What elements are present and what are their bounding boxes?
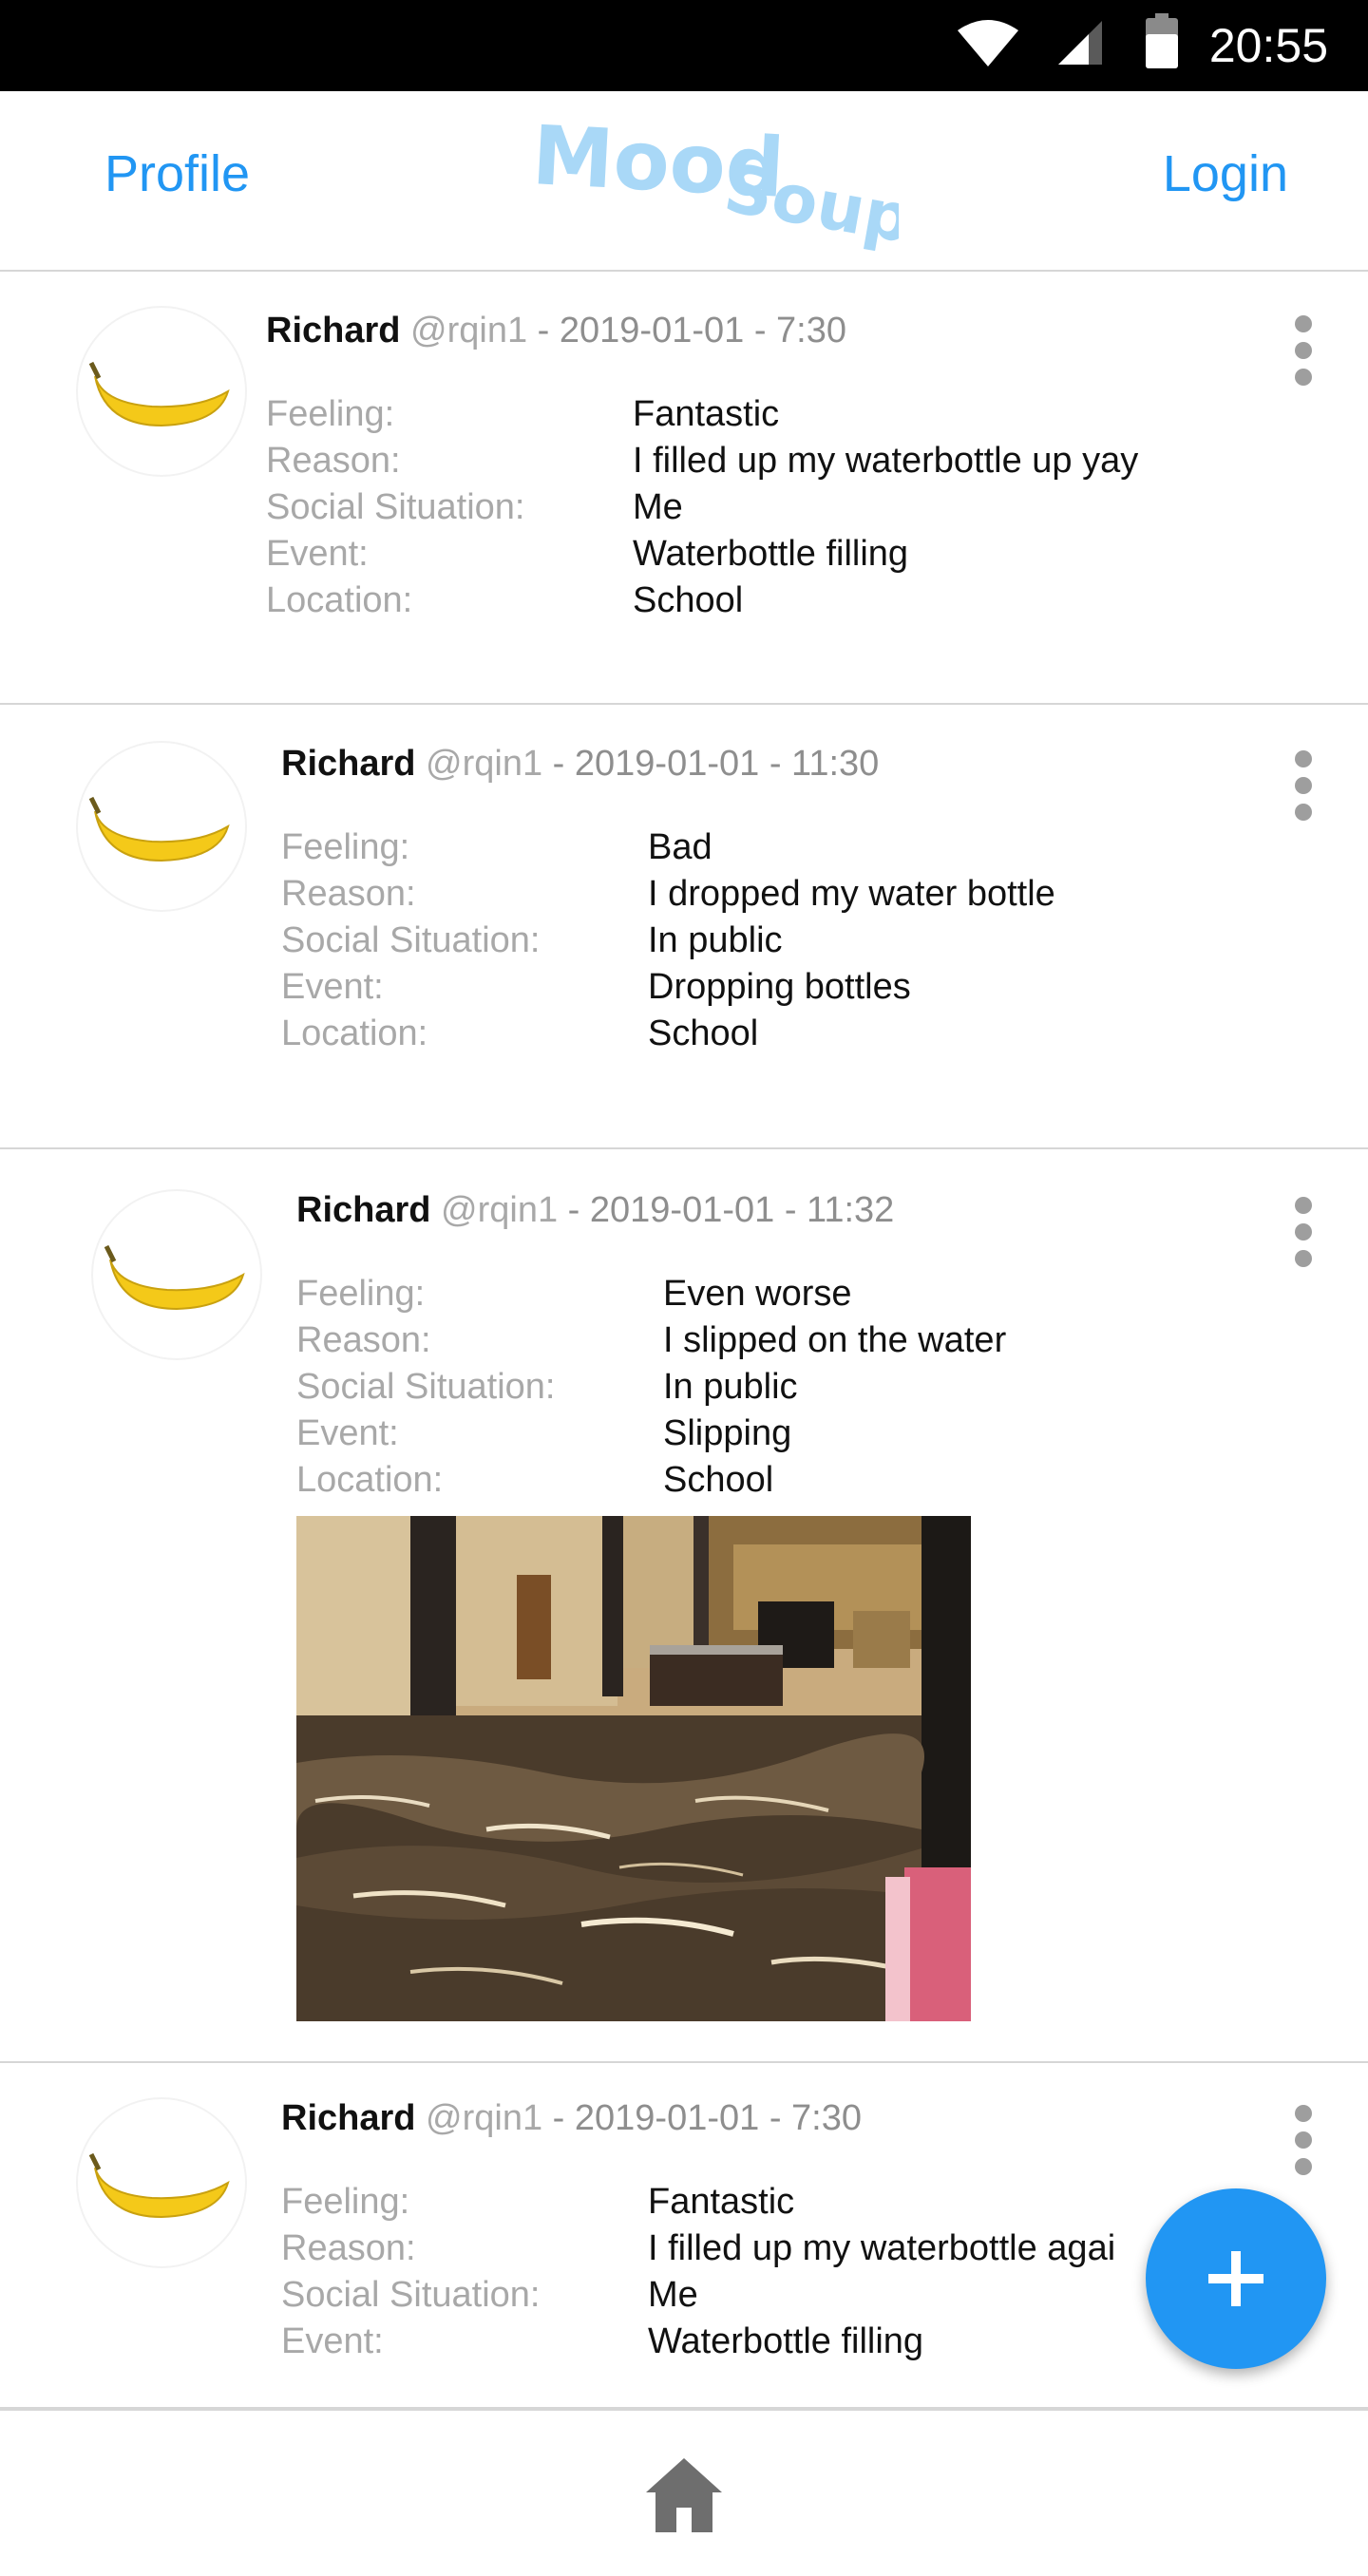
author-name[interactable]: Richard bbox=[296, 1190, 430, 1230]
avatar[interactable] bbox=[76, 306, 247, 477]
add-mood-button[interactable] bbox=[1146, 2188, 1326, 2369]
field-social-situation: Social Situation: Me bbox=[281, 2275, 698, 2315]
field-feeling: Feeling: Fantastic bbox=[266, 394, 780, 434]
moodsoup-logo: Mood Soup bbox=[530, 108, 899, 258]
svg-text:Soup: Soup bbox=[719, 149, 899, 258]
post-timestamp: - 2019-01-01 - 11:32 bbox=[558, 1190, 895, 1230]
status-bar: 20:55 bbox=[0, 0, 1368, 91]
author-name[interactable]: Richard bbox=[281, 2098, 415, 2138]
home-icon[interactable] bbox=[642, 2453, 726, 2536]
mood-post: Richard @rqin1 - 2019-01-01 - 11:32 Feel… bbox=[0, 1149, 1368, 2063]
post-timestamp: - 2019-01-01 - 11:30 bbox=[542, 744, 880, 784]
banana-icon bbox=[104, 1244, 245, 1311]
field-event: Event: Slipping bbox=[296, 1413, 792, 1453]
post-timestamp: - 2019-01-01 - 7:30 bbox=[542, 2098, 863, 2138]
field-event: Event: Waterbottle filling bbox=[281, 2321, 924, 2361]
post-header: Richard @rqin1 - 2019-01-01 - 11:30 bbox=[281, 741, 879, 786]
author-handle[interactable]: @rqin1 bbox=[426, 744, 542, 784]
mood-details: Feeling: Even worse Reason: I slipped on t… bbox=[296, 1271, 1246, 1504]
field-feeling: Feeling: Fantastic bbox=[281, 2182, 795, 2222]
banana-icon bbox=[88, 361, 230, 427]
avatar[interactable] bbox=[76, 2097, 247, 2268]
field-social-situation: Social Situation: Me bbox=[266, 487, 683, 527]
field-social-situation: Social Situation: In public bbox=[296, 1367, 798, 1407]
post-overflow-menu-button[interactable] bbox=[1284, 2105, 1322, 2181]
battery-icon bbox=[1146, 13, 1178, 68]
field-feeling: Feeling: Even worse bbox=[296, 1274, 852, 1314]
cell-signal-icon bbox=[1058, 21, 1102, 65]
plus-icon bbox=[1208, 2251, 1264, 2306]
author-name[interactable]: Richard bbox=[266, 311, 400, 350]
author-handle[interactable]: @rqin1 bbox=[441, 1190, 558, 1230]
post-header: Richard @rqin1 - 2019-01-01 - 7:30 bbox=[266, 308, 846, 353]
avatar[interactable] bbox=[76, 741, 247, 912]
mood-post: Richard @rqin1 - 2019-01-01 - 7:30 Feeli… bbox=[0, 274, 1368, 705]
mood-details: Feeling: Fantastic Reason: I filled up my … bbox=[281, 2179, 1155, 2369]
post-overflow-menu-button[interactable] bbox=[1284, 315, 1322, 391]
clock-time: 20:55 bbox=[1208, 19, 1328, 72]
field-event: Event: Waterbottle filling bbox=[266, 534, 909, 574]
field-location: Location: School bbox=[281, 1013, 759, 1053]
post-timestamp: - 2019-01-01 - 7:30 bbox=[527, 311, 847, 350]
field-reason: Reason: I filled up my waterbottle up yay bbox=[266, 441, 1139, 481]
field-event: Event: Dropping bottles bbox=[281, 967, 911, 1007]
author-handle[interactable]: @rqin1 bbox=[410, 311, 527, 350]
field-feeling: Feeling: Bad bbox=[281, 827, 712, 867]
avatar[interactable] bbox=[91, 1189, 262, 1360]
app-header: Profile Mood Soup Login bbox=[0, 91, 1368, 272]
mood-details: Feeling: Bad Reason: I dropped my water bo… bbox=[281, 824, 1231, 1057]
field-location: Location: School bbox=[296, 1460, 774, 1500]
author-handle[interactable]: @rqin1 bbox=[426, 2098, 542, 2138]
mood-post: Richard @rqin1 - 2019-01-01 - 11:30 Feel… bbox=[0, 705, 1368, 1149]
banana-icon bbox=[88, 2152, 230, 2219]
mood-details: Feeling: Fantastic Reason: I filled up my … bbox=[266, 391, 1216, 624]
field-reason: Reason: I filled up my waterbottle agai bbox=[281, 2228, 1116, 2268]
banana-icon bbox=[88, 796, 230, 862]
author-name[interactable]: Richard bbox=[281, 744, 415, 784]
field-location: Location: School bbox=[266, 580, 744, 620]
wifi-icon bbox=[958, 20, 1018, 66]
post-overflow-menu-button[interactable] bbox=[1284, 1197, 1322, 1273]
field-reason: Reason: I slipped on the water bbox=[296, 1320, 1007, 1360]
bottom-navigation bbox=[0, 2409, 1368, 2576]
profile-link[interactable]: Profile bbox=[104, 141, 250, 207]
login-link[interactable]: Login bbox=[1163, 141, 1288, 207]
post-overflow-menu-button[interactable] bbox=[1284, 750, 1322, 826]
post-header: Richard @rqin1 - 2019-01-01 - 7:30 bbox=[281, 2095, 862, 2141]
field-reason: Reason: I dropped my water bottle bbox=[281, 874, 1055, 914]
flooded-lobby-photo[interactable] bbox=[296, 1516, 971, 2021]
field-social-situation: Social Situation: In public bbox=[281, 920, 783, 960]
post-header: Richard @rqin1 - 2019-01-01 - 11:32 bbox=[296, 1187, 894, 1233]
